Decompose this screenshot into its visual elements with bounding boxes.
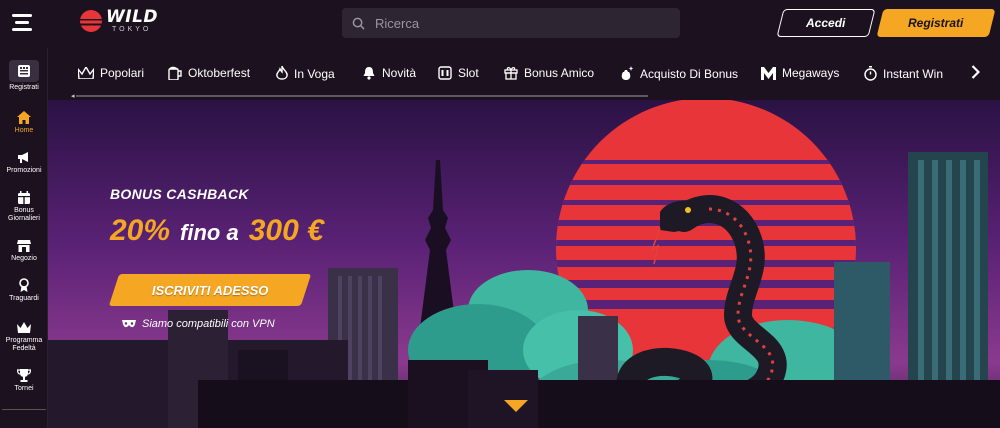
logo-name: WILD <box>106 7 159 27</box>
category-label: Instant Win <box>883 66 944 81</box>
crown-icon <box>17 321 31 333</box>
search-bar[interactable] <box>342 8 680 38</box>
category-bar: Popolari Oktoberfest In Voga Novità Slot… <box>48 48 1000 100</box>
category-label: Megaways <box>782 66 840 80</box>
category-popolari[interactable]: Popolari <box>78 66 144 80</box>
register-label: Registrati <box>908 16 964 30</box>
category-novita[interactable]: Novità <box>362 66 416 80</box>
sidebar-item-negozio[interactable]: Negozio <box>0 238 48 263</box>
shop-icon <box>17 239 31 252</box>
sidebar-item-label: Programma Fedeltà <box>5 337 43 352</box>
megaphone-icon <box>18 152 28 163</box>
sidebar-item-label: Negozio <box>11 255 37 262</box>
category-scrollbar[interactable] <box>76 95 648 97</box>
category-acquisto-di-bonus[interactable]: Acquisto Di Bonus <box>619 66 738 81</box>
sidebar-item-label: Traguardi <box>9 295 39 302</box>
category-label: Oktoberfest <box>188 66 251 80</box>
calendar-gift-icon <box>18 190 30 204</box>
category-megaways[interactable]: Megaways <box>761 66 839 80</box>
logo[interactable]: WILD TOKYO <box>80 9 158 33</box>
top-bar: WILD TOKYO Accedi Registrati <box>0 0 1000 48</box>
category-label: In Voga <box>294 66 335 81</box>
category-oktoberfest[interactable]: Oktoberfest <box>168 66 250 80</box>
sidebar-item-registrati[interactable]: Registrati <box>0 60 48 92</box>
category-label: Slot <box>458 66 479 80</box>
search-input[interactable] <box>375 15 655 31</box>
hero-illustration <box>48 100 1000 428</box>
chevron-right-icon[interactable] <box>968 62 982 82</box>
bonus-amount: 300 € <box>248 214 324 247</box>
bonus-percentage: 20% <box>110 214 171 247</box>
medal-icon <box>19 278 29 292</box>
category-bonus-amico[interactable]: Bonus Amico <box>504 66 594 80</box>
megaways-icon <box>761 66 776 80</box>
flame-icon <box>276 66 288 80</box>
scroll-down-icon[interactable] <box>504 400 528 414</box>
register-button[interactable]: Registrati <box>876 9 996 37</box>
login-button[interactable]: Accedi <box>776 9 876 37</box>
bonus-headline: 20% fino a 300 € <box>110 214 324 248</box>
category-slot[interactable]: Slot <box>438 66 479 80</box>
sidebar-item-home[interactable]: Home <box>0 110 48 135</box>
sidebar: Registrati Home Promozioni Bonus Giornal… <box>0 48 48 428</box>
category-label: Bonus Amico <box>524 66 595 80</box>
sidebar-item-label: Bonus Giornalieri <box>8 207 40 222</box>
category-label: Acquisto Di Bonus <box>640 66 739 81</box>
category-in-voga[interactable]: In Voga <box>276 66 335 81</box>
slot-icon <box>438 66 452 80</box>
mask-icon <box>122 320 136 328</box>
register-icon <box>18 65 30 77</box>
sidebar-item-tornei[interactable]: Tornei <box>0 368 48 393</box>
sidebar-item-promozioni[interactable]: Promozioni <box>0 150 48 175</box>
category-label: Novità <box>382 66 417 80</box>
sidebar-item-label: Promozioni <box>6 167 42 174</box>
login-label: Accedi <box>806 16 846 30</box>
crown-icon <box>78 67 94 79</box>
category-label: Popolari <box>100 66 145 80</box>
sidebar-item-bonus-giornalieri[interactable]: Bonus Giornalieri <box>0 190 48 223</box>
sidebar-item-label: Registrati <box>9 84 39 91</box>
sidebar-item-label: Tornei <box>14 385 34 392</box>
sidebar-divider <box>2 409 46 410</box>
sparkle-bag-icon <box>621 66 634 80</box>
home-icon <box>17 110 31 124</box>
sidebar-item-programma-fedelta[interactable]: Programma Fedeltà <box>0 320 48 353</box>
gift-icon <box>504 67 518 80</box>
bonus-connector: fino a <box>180 220 239 245</box>
bonus-label: BONUS CASHBACK <box>110 186 249 202</box>
vpn-note: Siamo compatibili con VPN <box>122 318 275 330</box>
scroll-left-icon[interactable]: ◂ <box>71 92 75 100</box>
sidebar-item-label: Home <box>14 127 34 134</box>
sidebar-item-traguardi[interactable]: Traguardi <box>0 278 48 303</box>
menu-icon[interactable] <box>12 14 32 32</box>
signup-cta-button[interactable]: ISCRIVITI ADESSO <box>108 274 312 306</box>
stopwatch-icon <box>864 66 877 81</box>
logo-sub: TOKYO <box>112 26 152 33</box>
hero-banner[interactable]: BONUS CASHBACK 20% fino a 300 € ISCRIVIT… <box>48 100 1000 428</box>
logo-sun-icon <box>80 10 102 32</box>
trophy-icon <box>17 368 31 382</box>
hero-promo: BONUS CASHBACK 20% fino a 300 € <box>110 186 324 248</box>
category-instant-win[interactable]: Instant Win <box>864 66 943 81</box>
search-icon <box>352 17 365 30</box>
beer-mug-icon <box>168 66 182 80</box>
cta-label: ISCRIVITI ADESSO <box>151 282 269 298</box>
vpn-note-text: Siamo compatibili con VPN <box>142 318 275 330</box>
bell-icon <box>363 67 375 80</box>
